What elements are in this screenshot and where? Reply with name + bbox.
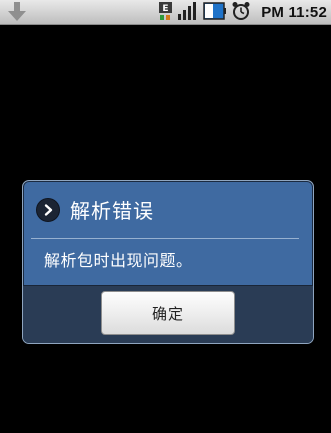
- chevron-right-icon: [36, 197, 60, 222]
- status-icons: E PM 11:52: [158, 1, 327, 24]
- download-arrow-icon: [6, 2, 28, 22]
- ok-button[interactable]: 确定: [101, 291, 235, 335]
- dialog-button-bar: 确定: [23, 285, 313, 343]
- screen: E PM 11:52 解析错误 解析包时出现问题。 确定: [0, 0, 331, 433]
- svg-text:E: E: [163, 4, 169, 14]
- error-dialog: 解析错误 解析包时出现问题。 确定: [22, 180, 314, 344]
- signal-strength-icon: [177, 1, 199, 25]
- e-network-icon: E: [158, 1, 173, 25]
- status-bar: E PM 11:52: [0, 0, 331, 25]
- title-divider: [31, 238, 299, 239]
- dialog-title: 解析错误: [70, 199, 154, 223]
- status-time: PM 11:52: [261, 4, 327, 21]
- dialog-message: 解析包时出现问题。: [44, 251, 193, 270]
- dialog-title-bar: 解析错误: [23, 181, 313, 238]
- alarm-clock-icon: [231, 1, 251, 25]
- battery-icon: [203, 1, 227, 25]
